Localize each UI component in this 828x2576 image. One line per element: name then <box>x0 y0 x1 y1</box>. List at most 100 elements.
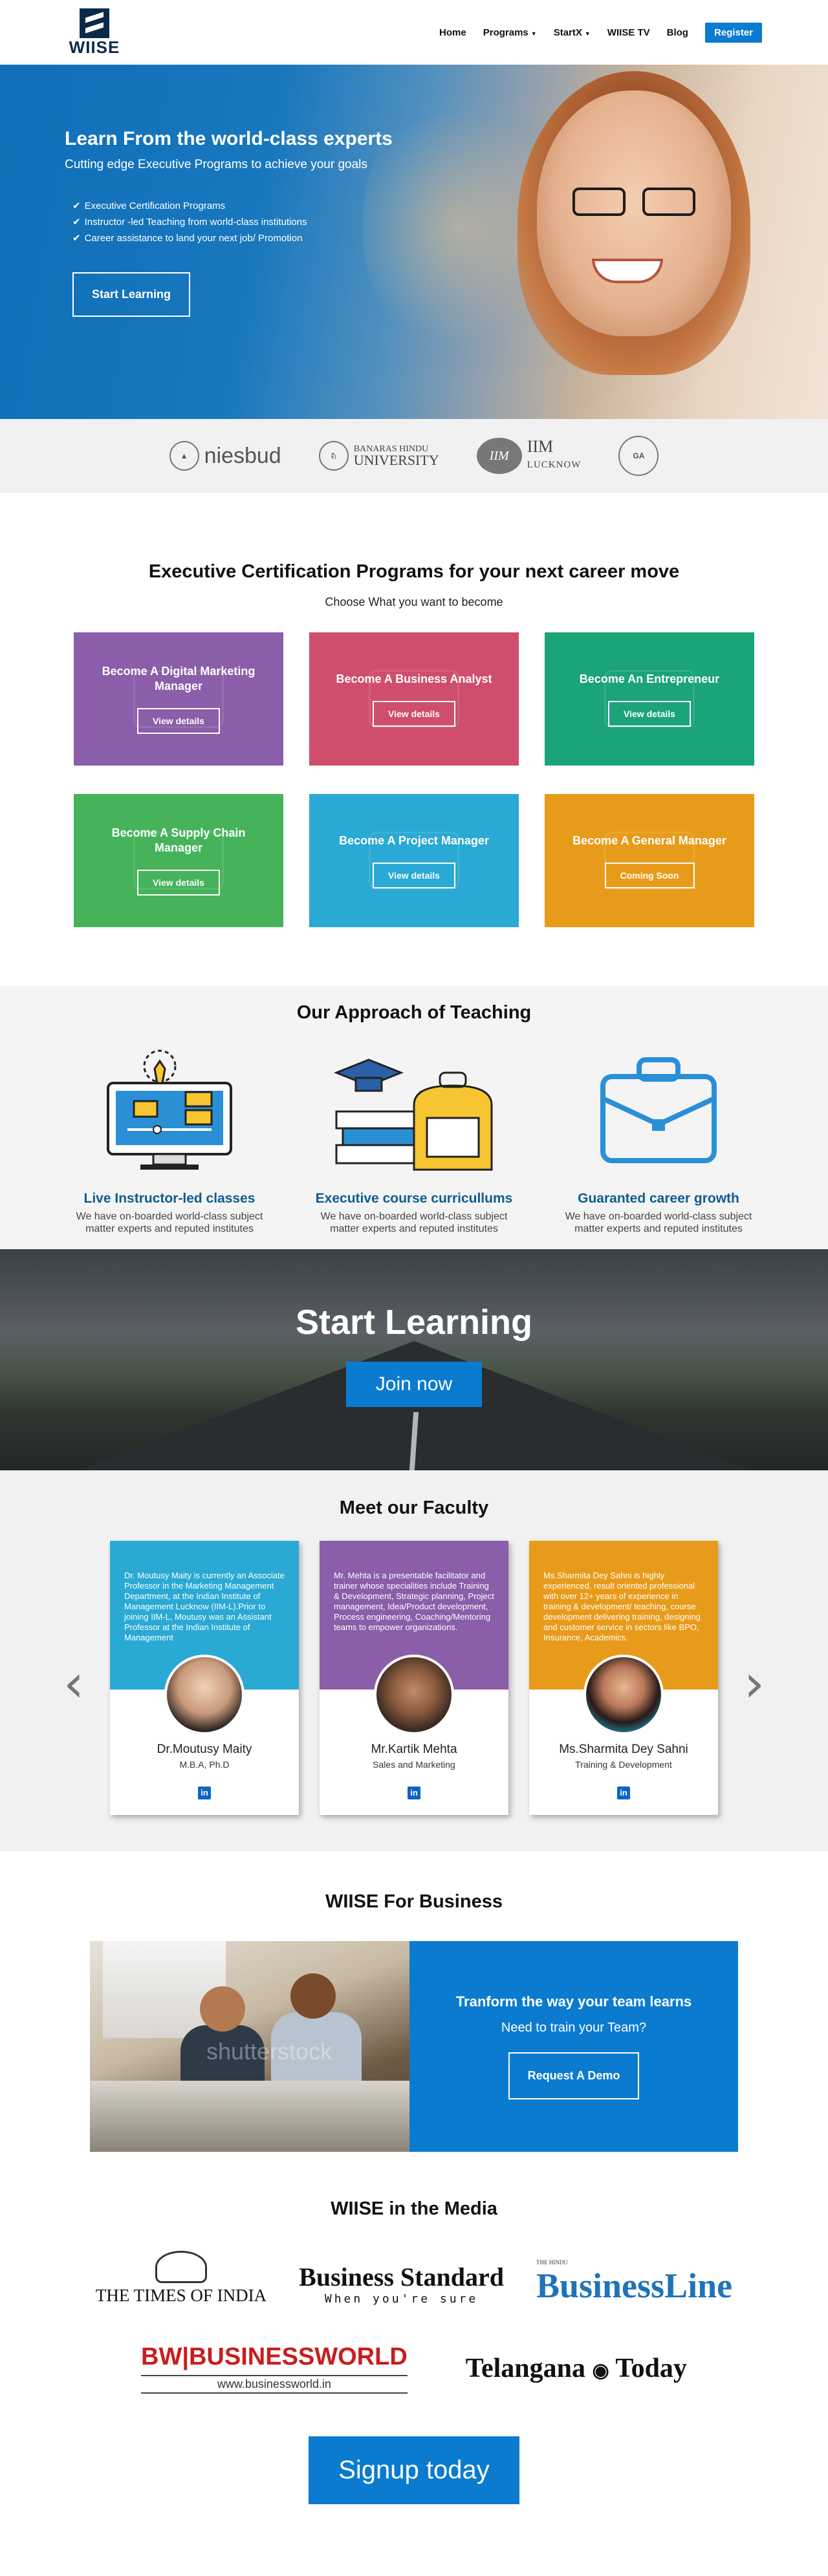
hero-glasses <box>572 188 695 216</box>
view-details-button[interactable]: View details <box>373 862 455 888</box>
faculty-role: M.B.A, Ph.D <box>179 1759 230 1770</box>
business-line-logo[interactable]: THE HINDU BusinessLine <box>536 2259 732 2306</box>
hero-bullet: Instructor -led Teaching from world-clas… <box>72 214 393 230</box>
toi-name: THE TIMES OF INDIA <box>95 2286 267 2305</box>
hero-content: Learn From the world-class experts Cutti… <box>65 128 393 317</box>
nav-blog[interactable]: Blog <box>667 27 688 38</box>
program-card-title: Become A General Manager <box>572 833 726 847</box>
view-details-button[interactable]: View details <box>137 708 220 734</box>
program-card-business-analyst[interactable]: Become A Business Analyst View details <box>309 632 519 766</box>
media-section: WIISE in the Media THE TIMES OF INDIA Bu… <box>0 2152 828 2538</box>
media-logos-row: THE TIMES OF INDIA Business Standard Whe… <box>0 2251 828 2306</box>
nav-programs[interactable]: Programs ▼ <box>483 27 537 38</box>
carousel-prev-icon[interactable]: ‹ <box>63 1658 84 1710</box>
approach-item-curriculum: Executive course curricullums We have on… <box>307 1047 521 1235</box>
iim-line2: LUCKNOW <box>527 460 582 470</box>
linkedin-icon[interactable]: in <box>198 1787 211 1799</box>
approach-item-title: Guaranted career growth <box>578 1191 739 1206</box>
partner-iim-lucknow: IIM IIM LUCKNOW <box>476 438 582 474</box>
view-details-button[interactable]: View details <box>373 700 455 727</box>
nav-startx-label: StartX <box>553 27 582 38</box>
main-menu: Home Programs ▼ StartX ▼ WIISE TV Blog Reg… <box>439 22 762 43</box>
program-card-title: Become An Entrepreneur <box>579 672 720 685</box>
program-card-title: Become A Supply Chain Manager <box>111 826 246 854</box>
register-button[interactable]: Register <box>704 22 762 43</box>
photo-person-head <box>200 1986 245 2032</box>
faculty-card: Mr. Mehta is a presentable facilitator a… <box>320 1541 508 1815</box>
start-learning-button[interactable]: Start Learning <box>72 272 191 317</box>
photo-table <box>90 2081 409 2152</box>
nav-home[interactable]: Home <box>439 27 466 38</box>
bl-name: BusinessLine <box>536 2266 733 2305</box>
partner-niesbud: ▲ niesbud <box>169 441 281 471</box>
linkedin-icon[interactable]: in <box>408 1787 420 1799</box>
iim-name: IIM LUCKNOW <box>527 438 582 473</box>
nav-startx[interactable]: StartX ▼ <box>554 27 591 38</box>
niesbud-name: niesbud <box>204 443 281 468</box>
coming-soon-button[interactable]: Coming Soon <box>604 862 695 888</box>
faculty-name: Ms.Sharmita Dey Sahni <box>559 1743 688 1756</box>
nav-wiise-tv[interactable]: WIISE TV <box>607 27 650 38</box>
faculty-carousel: Dr. Moutusy Maity is currently an Associ… <box>0 1541 828 1815</box>
business-section: WIISE For Business shutterstock Tranform… <box>0 1851 828 2152</box>
bhu-name: BANARAS HINDU UNIVERSITY <box>354 444 439 468</box>
approach-item-text: We have on-boarded world-class subject m… <box>76 1211 263 1234</box>
briefcase-icon <box>600 1057 717 1163</box>
program-card-title: Become A Business Analyst <box>336 672 492 685</box>
iim-badge-logo: IIM <box>476 438 522 474</box>
caret-down-icon: ▼ <box>584 30 591 37</box>
photo-watermark: shutterstock <box>206 2038 332 2065</box>
faculty-name: Mr.Kartik Mehta <box>371 1743 457 1756</box>
wiise-logo[interactable]: WIISE <box>62 8 127 56</box>
businessworld-logo[interactable]: BW|BUSINESSWORLD www.businessworld.in <box>141 2343 408 2394</box>
approach-item-title: Live Instructor-led classes <box>83 1191 256 1206</box>
photo-person-head <box>290 1973 336 2019</box>
bw-name: BW|BUSINESSWORLD <box>141 2343 408 2370</box>
signup-button[interactable]: Signup today <box>309 2436 519 2504</box>
approach-item-text: We have on-boarded world-class subject m… <box>320 1211 508 1234</box>
programs-grid: Become A Digital Marketing Manager View … <box>74 632 754 927</box>
times-of-india-logo[interactable]: THE TIMES OF INDIA <box>96 2251 267 2306</box>
team-meeting-photo: shutterstock <box>90 1941 409 2152</box>
bhu-crest-icon: ♘ <box>318 441 349 471</box>
linkedin-icon[interactable]: in <box>617 1787 630 1799</box>
faculty-section: Meet our Faculty ‹ › Dr. Moutusy Maity i… <box>0 1470 828 1851</box>
business-question: Need to train your Team? <box>501 2021 647 2035</box>
tt-left: Telangana <box>465 2354 585 2383</box>
business-box: shutterstock Tranform the way your team … <box>90 1941 738 2152</box>
nav-programs-label: Programs <box>483 27 528 38</box>
hero-bullets: Executive Certification Programs Instruc… <box>72 198 393 246</box>
faculty-card: Ms.Sharmita Dey Sahni is highly experien… <box>529 1541 718 1815</box>
faculty-avatar <box>164 1655 245 1735</box>
business-title: WIISE For Business <box>325 1891 503 1912</box>
faculty-card: Dr. Moutusy Maity is currently an Associ… <box>110 1541 299 1815</box>
faculty-role: Training & Development <box>575 1759 672 1770</box>
telangana-today-logo[interactable]: Telangana ◉ Today <box>466 2353 687 2384</box>
bw-url: www.businessworld.in <box>141 2375 408 2394</box>
top-navbar: WIISE Home Programs ▼ StartX ▼ WIISE TV Bl… <box>0 0 828 65</box>
partner-logos: ▲ niesbud ♘ BANARAS HINDU UNIVERSITY IIM … <box>0 419 828 493</box>
start-learning-title: Start Learning <box>295 1303 533 1342</box>
ga-seal-logo: GA <box>618 436 659 476</box>
faculty-avatar <box>583 1655 664 1735</box>
program-card-digital-marketing[interactable]: Become A Digital Marketing Manager View … <box>74 632 283 766</box>
business-standard-logo[interactable]: Business Standard When you're sure <box>299 2262 504 2306</box>
request-demo-button[interactable]: Request A Demo <box>508 2052 640 2099</box>
faculty-role: Sales and Marketing <box>373 1759 455 1770</box>
view-details-button[interactable]: View details <box>608 700 691 727</box>
programs-section: Executive Certification Programs for you… <box>0 493 828 985</box>
media-logos-row: BW|BUSINESSWORLD www.businessworld.in Te… <box>0 2343 828 2394</box>
program-card-general-manager[interactable]: Become A General Manager Coming Soon <box>545 794 754 927</box>
books-graduation-cap-icon <box>333 1058 493 1171</box>
monitor-lightbulb-icon <box>107 1049 232 1170</box>
program-card-project-manager[interactable]: Become A Project Manager View details <box>309 794 519 927</box>
view-details-button[interactable]: View details <box>137 870 220 896</box>
program-card-supply-chain[interactable]: Become A Supply Chain Manager View detai… <box>74 794 283 927</box>
logo-text: WIISE <box>69 38 120 57</box>
toi-crest-icon <box>155 2251 208 2283</box>
niesbud-emblem-icon: ▲ <box>169 441 199 471</box>
join-now-button[interactable]: Join now <box>345 1362 483 1407</box>
program-card-entrepreneur[interactable]: Become An Entrepreneur View details <box>545 632 754 766</box>
start-learning-banner: Start Learning Join now <box>0 1249 828 1470</box>
carousel-next-icon[interactable]: › <box>744 1658 765 1710</box>
